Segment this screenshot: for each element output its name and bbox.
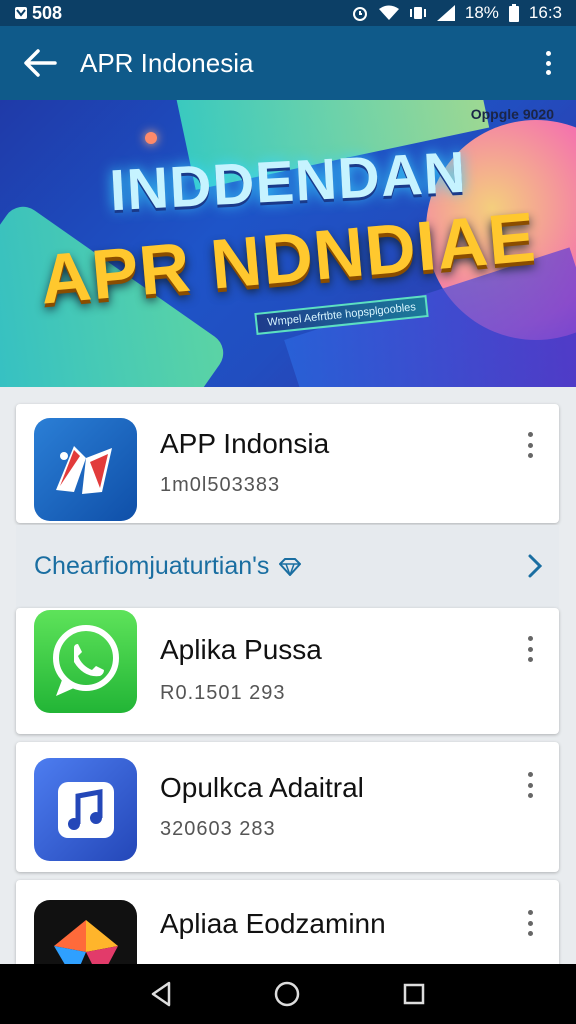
- nav-recents-icon[interactable]: [402, 982, 426, 1006]
- more-vert-icon: [527, 432, 533, 437]
- item-name: Apliaa Eodzaminn: [160, 908, 386, 939]
- section-header[interactable]: Chearfiomjuaturtian's: [16, 525, 559, 608]
- more-vert-icon: [527, 772, 533, 777]
- battery-icon: [508, 4, 519, 22]
- nav-back-icon[interactable]: [150, 981, 172, 1007]
- signal-icon: [436, 5, 455, 21]
- more-vert-icon: [545, 51, 551, 56]
- app-bar: APR Indonesia: [0, 26, 576, 100]
- item-overflow-button[interactable]: [525, 432, 535, 458]
- item-subtitle: R0.1501 293: [160, 682, 286, 704]
- battery-percent: 18%: [464, 3, 499, 22]
- item-name: Opulkca Adaitral: [160, 772, 364, 803]
- list-item[interactable]: APP Indonsia 1m0l503383: [16, 404, 559, 523]
- nav-home-icon[interactable]: [273, 980, 301, 1008]
- status-left-text: 508: [32, 2, 63, 23]
- list-item[interactable]: Apliaa Eodzaminn: [16, 880, 559, 964]
- notification-icon: [15, 7, 27, 19]
- more-vert-icon: [527, 910, 533, 915]
- app-logo-icon: [34, 418, 137, 521]
- system-nav-bar: [0, 964, 576, 1024]
- item-overflow-button[interactable]: [525, 910, 535, 936]
- chevron-right-icon[interactable]: [527, 553, 543, 579]
- diamond-icon: [279, 557, 302, 576]
- item-subtitle: 320603 283: [160, 818, 276, 840]
- status-left: 508: [14, 3, 62, 24]
- item-name: APP Indonsia: [160, 428, 330, 459]
- status-bar: 508 18% 16:3: [0, 0, 576, 26]
- status-right: 18% 16:3: [351, 3, 562, 23]
- whatsapp-icon: [34, 610, 137, 713]
- page-title: APR Indonesia: [80, 47, 254, 78]
- list-item[interactable]: Aplika Pussa R0.1501 293: [16, 608, 559, 734]
- banner-sparkle: [145, 132, 157, 144]
- item-overflow-button[interactable]: [525, 636, 535, 662]
- back-button[interactable]: [0, 26, 80, 100]
- promo-banner[interactable]: Oppgle 9020 INDDENDAN APR NDNDIAE Wmpel …: [0, 100, 576, 387]
- more-vert-icon: [527, 636, 533, 641]
- overflow-menu-button[interactable]: [538, 48, 558, 78]
- banner-tag: Oppgle 9020: [470, 106, 554, 122]
- colorful-logo-icon: [34, 900, 137, 964]
- status-time: 16:3: [528, 3, 562, 22]
- vibrate-icon: [409, 7, 426, 19]
- item-subtitle: 1m0l503383: [160, 474, 281, 496]
- alarm-icon: [352, 7, 367, 21]
- music-note-icon: [34, 758, 137, 861]
- list-item[interactable]: Opulkca Adaitral 320603 283: [16, 742, 559, 872]
- wifi-icon: [378, 5, 399, 20]
- item-overflow-button[interactable]: [525, 772, 535, 798]
- section-title: Chearfiomjuaturtian's: [34, 552, 270, 580]
- arrow-back-icon: [24, 49, 57, 77]
- item-name: Aplika Pussa: [160, 634, 322, 665]
